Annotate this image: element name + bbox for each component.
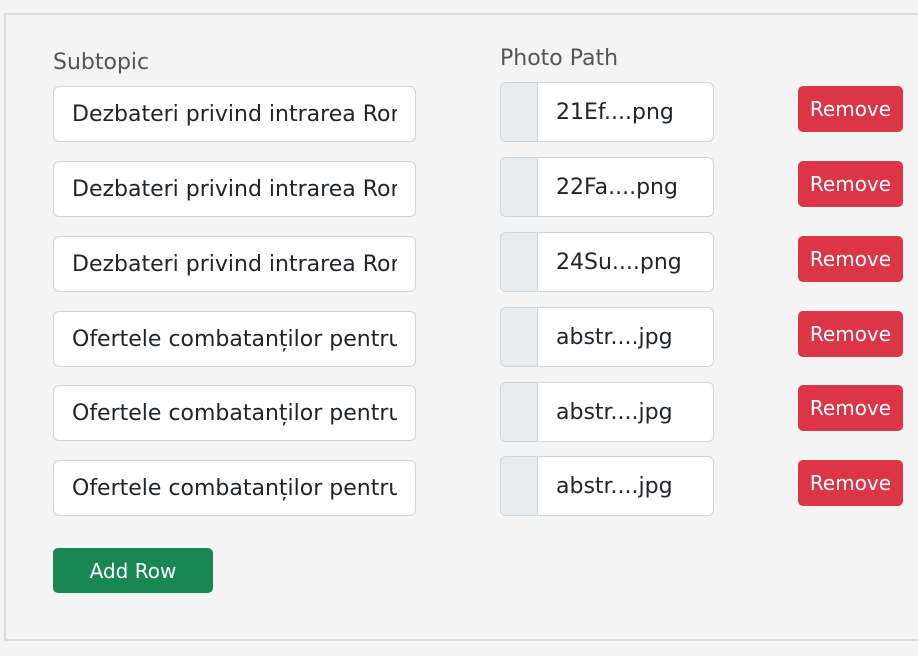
photo-file-name: 21Ef....png bbox=[556, 99, 674, 125]
photo-file-name: abstr....jpg bbox=[556, 324, 673, 350]
photo-file-picker[interactable]: 21Ef....png bbox=[500, 82, 714, 142]
file-browse-button[interactable] bbox=[501, 308, 538, 366]
photo-file-name: 22Fa....png bbox=[556, 174, 678, 200]
remove-row-button[interactable]: Remove bbox=[798, 161, 903, 207]
remove-row-button[interactable]: Remove bbox=[798, 385, 903, 431]
file-browse-button[interactable] bbox=[501, 233, 538, 291]
photo-file-picker[interactable]: abstr....jpg bbox=[500, 456, 714, 516]
file-browse-button[interactable] bbox=[501, 83, 538, 141]
remove-row-button[interactable]: Remove bbox=[798, 311, 903, 357]
photo-path-column-label: Photo Path bbox=[500, 46, 619, 71]
add-row-button[interactable]: Add Row bbox=[53, 548, 213, 593]
photo-file-name: 24Su....png bbox=[556, 249, 682, 275]
subtopic-column-label: Subtopic bbox=[53, 50, 150, 75]
subtopic-input[interactable] bbox=[53, 236, 416, 292]
photo-file-picker[interactable]: 24Su....png bbox=[500, 232, 714, 292]
subtopic-input[interactable] bbox=[53, 86, 416, 142]
photo-file-picker[interactable]: 22Fa....png bbox=[500, 157, 714, 217]
remove-row-button[interactable]: Remove bbox=[798, 236, 903, 282]
photo-file-picker[interactable]: abstr....jpg bbox=[500, 307, 714, 367]
photo-file-name: abstr....jpg bbox=[556, 473, 673, 499]
photo-file-picker[interactable]: abstr....jpg bbox=[500, 382, 714, 442]
photo-file-name: abstr....jpg bbox=[556, 399, 673, 425]
subtopic-input[interactable] bbox=[53, 385, 416, 441]
file-browse-button[interactable] bbox=[501, 457, 538, 515]
subtopic-input[interactable] bbox=[53, 161, 416, 217]
remove-row-button[interactable]: Remove bbox=[798, 86, 903, 132]
remove-row-button[interactable]: Remove bbox=[798, 460, 903, 506]
file-browse-button[interactable] bbox=[501, 158, 538, 216]
subtopic-input[interactable] bbox=[53, 311, 416, 367]
page: Subtopic Photo Path 21Ef....png Remove 2… bbox=[0, 0, 918, 656]
subtopic-input[interactable] bbox=[53, 460, 416, 516]
file-browse-button[interactable] bbox=[501, 383, 538, 441]
